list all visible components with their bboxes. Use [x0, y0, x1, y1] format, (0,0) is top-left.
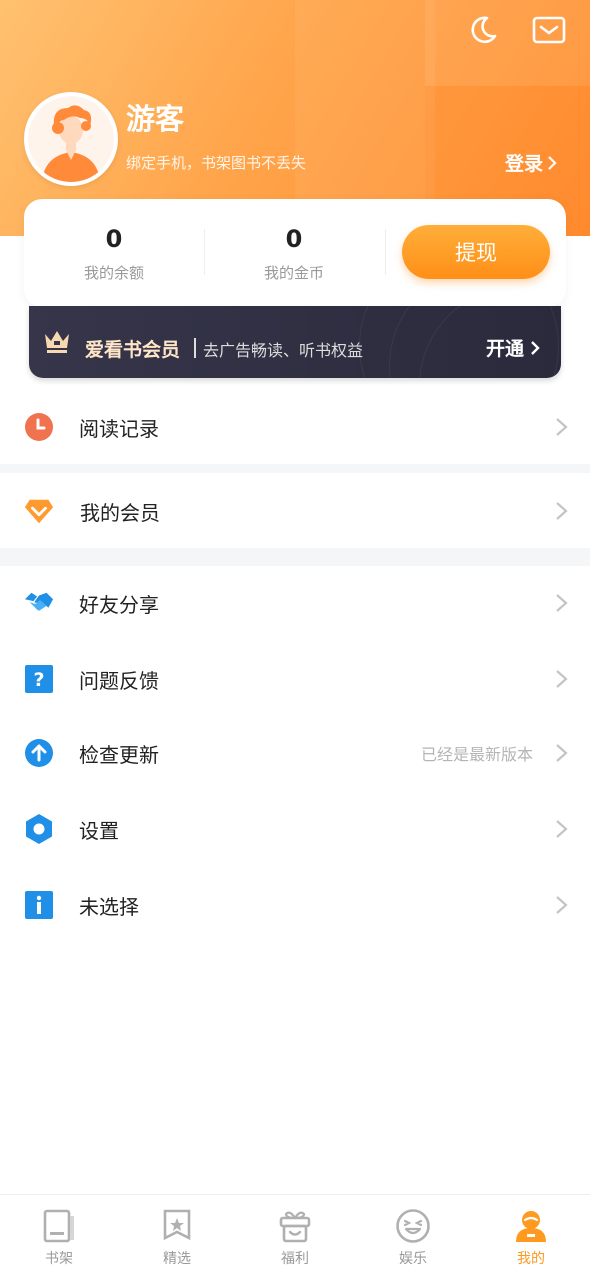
withdraw-button[interactable]: 提现: [402, 225, 550, 279]
section-gap: [0, 548, 590, 566]
handshake-icon: [24, 588, 54, 618]
menu-item-unselected[interactable]: 未选择: [0, 868, 590, 942]
smile-icon: [395, 1207, 431, 1245]
balance-value: 0: [105, 225, 123, 253]
avatar[interactable]: [24, 92, 118, 186]
balance-stat[interactable]: 0 我的余额: [24, 199, 204, 307]
question-icon: ?: [24, 664, 54, 694]
featured-icon: [159, 1207, 195, 1245]
coins-value: 0: [285, 225, 303, 253]
settings-icon: [24, 814, 54, 844]
menu-item-settings[interactable]: 设置: [0, 792, 590, 866]
tab-mine[interactable]: 我的: [472, 1195, 590, 1280]
login-link[interactable]: 登录: [505, 149, 557, 176]
tab-label: 我的: [517, 1251, 545, 1267]
login-label: 登录: [505, 153, 544, 175]
tab-label: 娱乐: [399, 1251, 427, 1267]
bottom-tab-bar: 书架 精选 福利 娱乐 我的: [0, 1194, 590, 1280]
menu-label: 检查更新: [79, 742, 159, 767]
vip-title: 爱看书会员: [85, 339, 181, 361]
tab-featured[interactable]: 精选: [118, 1195, 236, 1280]
chevron-right-icon: [556, 594, 568, 612]
vip-description: 去广告畅读、听书权益: [203, 341, 364, 360]
menu-label: 我的会员: [80, 500, 160, 525]
crown-icon: [43, 328, 71, 358]
tab-entertainment[interactable]: 娱乐: [354, 1195, 472, 1280]
chevron-right-icon: [548, 155, 557, 170]
menu-item-my-membership[interactable]: 我的会员: [0, 474, 590, 548]
divider: [194, 338, 196, 358]
coins-label: 我的金币: [263, 264, 324, 282]
menu-item-check-update[interactable]: 检查更新 已经是最新版本: [0, 716, 590, 790]
bind-phone-hint: 绑定手机，书架图书不丢失: [126, 154, 307, 172]
section-gap: [0, 464, 590, 473]
menu-label: 问题反馈: [79, 668, 159, 693]
tab-welfare[interactable]: 福利: [236, 1195, 354, 1280]
chevron-right-icon: [556, 896, 568, 914]
chevron-right-icon: [556, 502, 568, 520]
vip-open-label: 开通: [486, 338, 525, 360]
coins-stat[interactable]: 0 我的金币: [204, 199, 384, 307]
tab-label: 精选: [163, 1251, 191, 1267]
vip-open-button[interactable]: 开通: [486, 334, 540, 361]
chevron-right-icon: [531, 340, 540, 355]
balance-label: 我的余额: [83, 264, 144, 282]
svg-text:?: ?: [33, 669, 44, 691]
menu-item-share-friends[interactable]: 好友分享: [0, 566, 590, 640]
chevron-right-icon: [556, 820, 568, 838]
clock-icon: [24, 412, 54, 442]
chevron-right-icon: [556, 418, 568, 436]
menu-label: 设置: [79, 818, 119, 843]
vip-banner[interactable]: 爱看书会员 去广告畅读、听书权益 开通: [29, 306, 561, 378]
tab-label: 书架: [45, 1251, 73, 1267]
menu-item-reading-history[interactable]: 阅读记录: [0, 390, 590, 464]
menu-label: 好友分享: [79, 592, 159, 617]
moon-icon[interactable]: [465, 12, 501, 48]
username: 游客: [126, 102, 185, 136]
chevron-right-icon: [556, 670, 568, 688]
tab-label: 福利: [281, 1251, 309, 1267]
mail-icon[interactable]: [531, 12, 567, 48]
chevron-right-icon: [556, 744, 568, 762]
diamond-icon: [24, 496, 54, 526]
profile-icon: [513, 1207, 549, 1245]
gift-icon: [277, 1207, 313, 1245]
info-icon: [24, 890, 54, 920]
wallet-card: 0 我的余额 0 我的金币 提现: [24, 199, 566, 307]
upload-icon: [24, 738, 54, 768]
bookshelf-icon: [41, 1207, 77, 1245]
version-status: 已经是最新版本: [420, 745, 533, 764]
menu-item-feedback[interactable]: ? 问题反馈: [0, 642, 590, 716]
divider: [385, 229, 386, 275]
tab-bookshelf[interactable]: 书架: [0, 1195, 118, 1280]
menu-label: 未选择: [79, 894, 139, 919]
menu-label: 阅读记录: [79, 416, 159, 441]
